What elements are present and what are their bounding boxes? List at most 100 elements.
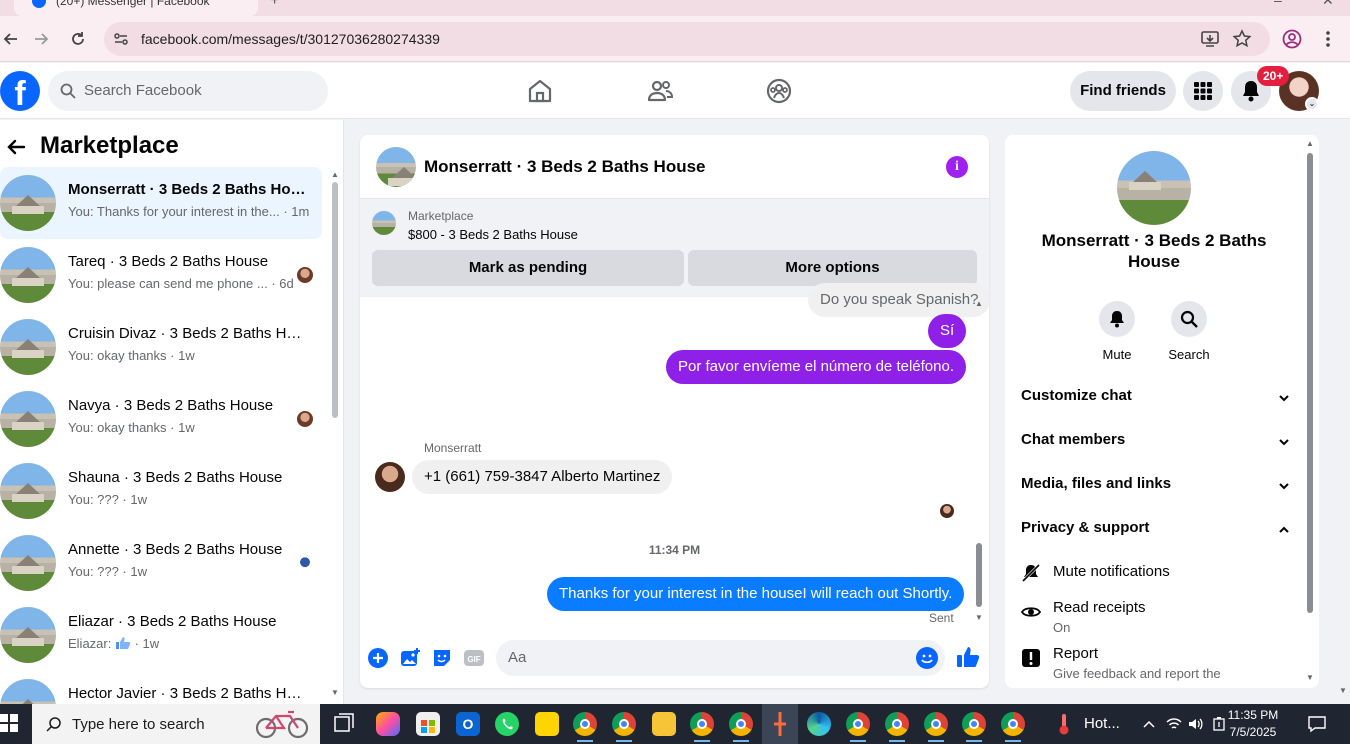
volume-icon[interactable]	[1188, 716, 1204, 732]
contact-avatar[interactable]	[1117, 151, 1191, 225]
page-scrollbar[interactable]: ▼	[1336, 120, 1350, 704]
plus-circle-icon[interactable]	[367, 647, 389, 669]
chat-item-hector-javier[interactable]: Hector Javier · 3 Beds 2 Baths House	[0, 671, 322, 704]
conversation-title[interactable]: Monserratt · 3 Beds 2 Baths House	[424, 157, 706, 177]
browser-menu-icon[interactable]	[1320, 29, 1336, 49]
chat-item-monserratt[interactable]: Monserratt · 3 Beds 2 Baths House You: T…	[0, 167, 322, 239]
conversation-avatar[interactable]	[376, 147, 416, 187]
read-receipts-item[interactable]: Read receipts On	[1021, 599, 1301, 639]
chat-item-navya[interactable]: Navya · 3 Beds 2 Baths House You: okay t…	[0, 383, 322, 455]
bookmark-star-icon[interactable]	[1232, 29, 1252, 49]
menu-grid-button[interactable]	[1183, 71, 1223, 111]
message-placeholder: Aa	[508, 649, 527, 666]
thumbs-up-send-icon[interactable]	[956, 645, 980, 669]
wifi-icon[interactable]	[1166, 716, 1182, 732]
sender-avatar[interactable]	[375, 462, 405, 492]
find-friends-button[interactable]: Find friends	[1070, 71, 1176, 111]
emoji-icon[interactable]	[916, 647, 938, 669]
minimize-icon[interactable]: –	[1274, 0, 1282, 8]
search-in-chat-action[interactable]: Search	[1159, 301, 1219, 362]
browser-tab[interactable]: (20+) Messenger | Facebook	[14, 0, 258, 16]
chrome-icon[interactable]	[690, 712, 714, 742]
mark-as-pending-button[interactable]: Mark as pending	[372, 250, 684, 286]
chrome-icon[interactable]	[924, 712, 948, 742]
sticker-icon[interactable]	[431, 647, 453, 669]
groups-icon[interactable]	[765, 77, 793, 105]
scroll-up-icon[interactable]: ▲	[1306, 139, 1314, 148]
chat-item-eliazar[interactable]: Eliazar · 3 Beds 2 Baths House Eliazar: …	[0, 599, 322, 671]
sticky-notes-icon[interactable]	[535, 712, 559, 736]
info-icon[interactable]: i	[946, 156, 968, 178]
scroll-down-icon[interactable]: ▼	[331, 688, 339, 697]
report-item[interactable]: Report Give feedback and report the	[1021, 645, 1301, 685]
chrome-icon[interactable]	[846, 712, 870, 742]
chrome-icon[interactable]	[962, 712, 986, 742]
thermometer-weather-icon[interactable]	[1056, 712, 1072, 736]
taskbar-search-box[interactable]: Type here to search	[32, 704, 320, 744]
active-app-icon[interactable]	[762, 704, 798, 744]
customize-chat-section[interactable]: Customize chat	[1021, 387, 1291, 411]
chat-item-tareq[interactable]: Tareq · 3 Beds 2 Baths House You: please…	[0, 239, 322, 311]
scrollbar-thumb[interactable]	[332, 182, 338, 418]
reload-icon[interactable]	[67, 28, 89, 50]
outlook-icon[interactable]: O	[456, 712, 480, 736]
bell-off-icon	[1021, 563, 1041, 583]
file-explorer-icon[interactable]	[652, 712, 676, 736]
notification-center-icon[interactable]	[1308, 715, 1326, 733]
scroll-up-icon[interactable]: ▲	[975, 299, 983, 308]
scroll-down-icon[interactable]: ▼	[975, 613, 983, 622]
chat-item-annette[interactable]: Annette · 3 Beds 2 Baths House You: ??? …	[0, 527, 322, 599]
mute-notifications-item[interactable]: Mute notifications	[1021, 563, 1301, 587]
install-app-icon[interactable]	[1200, 29, 1220, 49]
chat-name: Cruisin Divaz · 3 Beds 2 Baths House	[68, 325, 308, 342]
message-scrollbar[interactable]: ▲ ▼	[972, 297, 986, 627]
media-files-links-section[interactable]: Media, files and links	[1021, 475, 1291, 499]
photo-icon[interactable]	[399, 647, 421, 669]
mute-action[interactable]: Mute	[1087, 301, 1147, 362]
chat-item-shauna[interactable]: Shauna · 3 Beds 2 Baths House You: ??? ·…	[0, 455, 322, 527]
listing-thumbnail[interactable]	[372, 211, 396, 235]
gif-icon[interactable]: GIF	[463, 647, 485, 669]
copilot-icon[interactable]	[376, 712, 400, 736]
weather-text[interactable]: Hot...	[1084, 715, 1120, 732]
chat-members-section[interactable]: Chat members	[1021, 431, 1291, 455]
edge-icon[interactable]	[807, 712, 831, 736]
friends-icon[interactable]	[646, 77, 674, 105]
chevron-up-icon[interactable]	[1142, 718, 1156, 730]
close-window-icon[interactable]: ✕	[1322, 0, 1334, 9]
scroll-up-icon[interactable]: ▲	[331, 170, 339, 179]
chat-item-cruisin-divaz[interactable]: Cruisin Divaz · 3 Beds 2 Baths House You…	[0, 311, 322, 383]
scrollbar-thumb[interactable]	[1307, 153, 1313, 613]
forward-icon[interactable]	[30, 28, 52, 50]
privacy-support-section[interactable]: Privacy & support	[1021, 519, 1291, 543]
facebook-search-input[interactable]: Search Facebook	[48, 71, 328, 111]
address-bar[interactable]: facebook.com/messages/t/3012703628027433…	[104, 22, 1270, 56]
chat-preview: You: ??? · 1w	[68, 564, 148, 579]
chrome-icon[interactable]	[1001, 712, 1025, 742]
task-view-icon[interactable]	[332, 712, 356, 736]
home-icon[interactable]	[526, 77, 554, 105]
back-icon[interactable]	[0, 28, 22, 50]
chrome-icon[interactable]	[612, 712, 636, 742]
back-arrow-icon[interactable]	[6, 137, 26, 157]
chrome-icon[interactable]	[885, 712, 909, 742]
message-input[interactable]: Aa	[496, 640, 945, 676]
chat-list-scrollbar[interactable]: ▲ ▼	[330, 170, 340, 702]
microsoft-store-icon[interactable]	[416, 712, 440, 736]
facebook-logo-icon[interactable]: f	[0, 71, 40, 111]
scroll-down-icon[interactable]: ▼	[1339, 686, 1347, 695]
site-info-icon[interactable]	[112, 30, 130, 48]
listing-price-title[interactable]: $800 - 3 Beds 2 Baths House	[408, 227, 578, 242]
system-clock[interactable]: 11:35 PM 7/5/2025	[1212, 707, 1294, 741]
more-options-button[interactable]: More options	[688, 250, 977, 286]
new-tab-icon[interactable]: +	[270, 0, 279, 10]
whatsapp-icon[interactable]	[495, 712, 519, 736]
info-panel-scrollbar[interactable]: ▲ ▼	[1303, 135, 1317, 688]
profile-icon[interactable]	[1282, 29, 1302, 49]
windows-start-icon[interactable]	[0, 714, 18, 732]
chrome-icon[interactable]	[729, 712, 753, 742]
chrome-icon[interactable]	[573, 712, 597, 742]
scroll-down-icon[interactable]: ▼	[1306, 673, 1314, 682]
scrollbar-thumb[interactable]	[976, 543, 982, 607]
account-chevron-down-icon[interactable]: ⌄	[1305, 97, 1319, 111]
